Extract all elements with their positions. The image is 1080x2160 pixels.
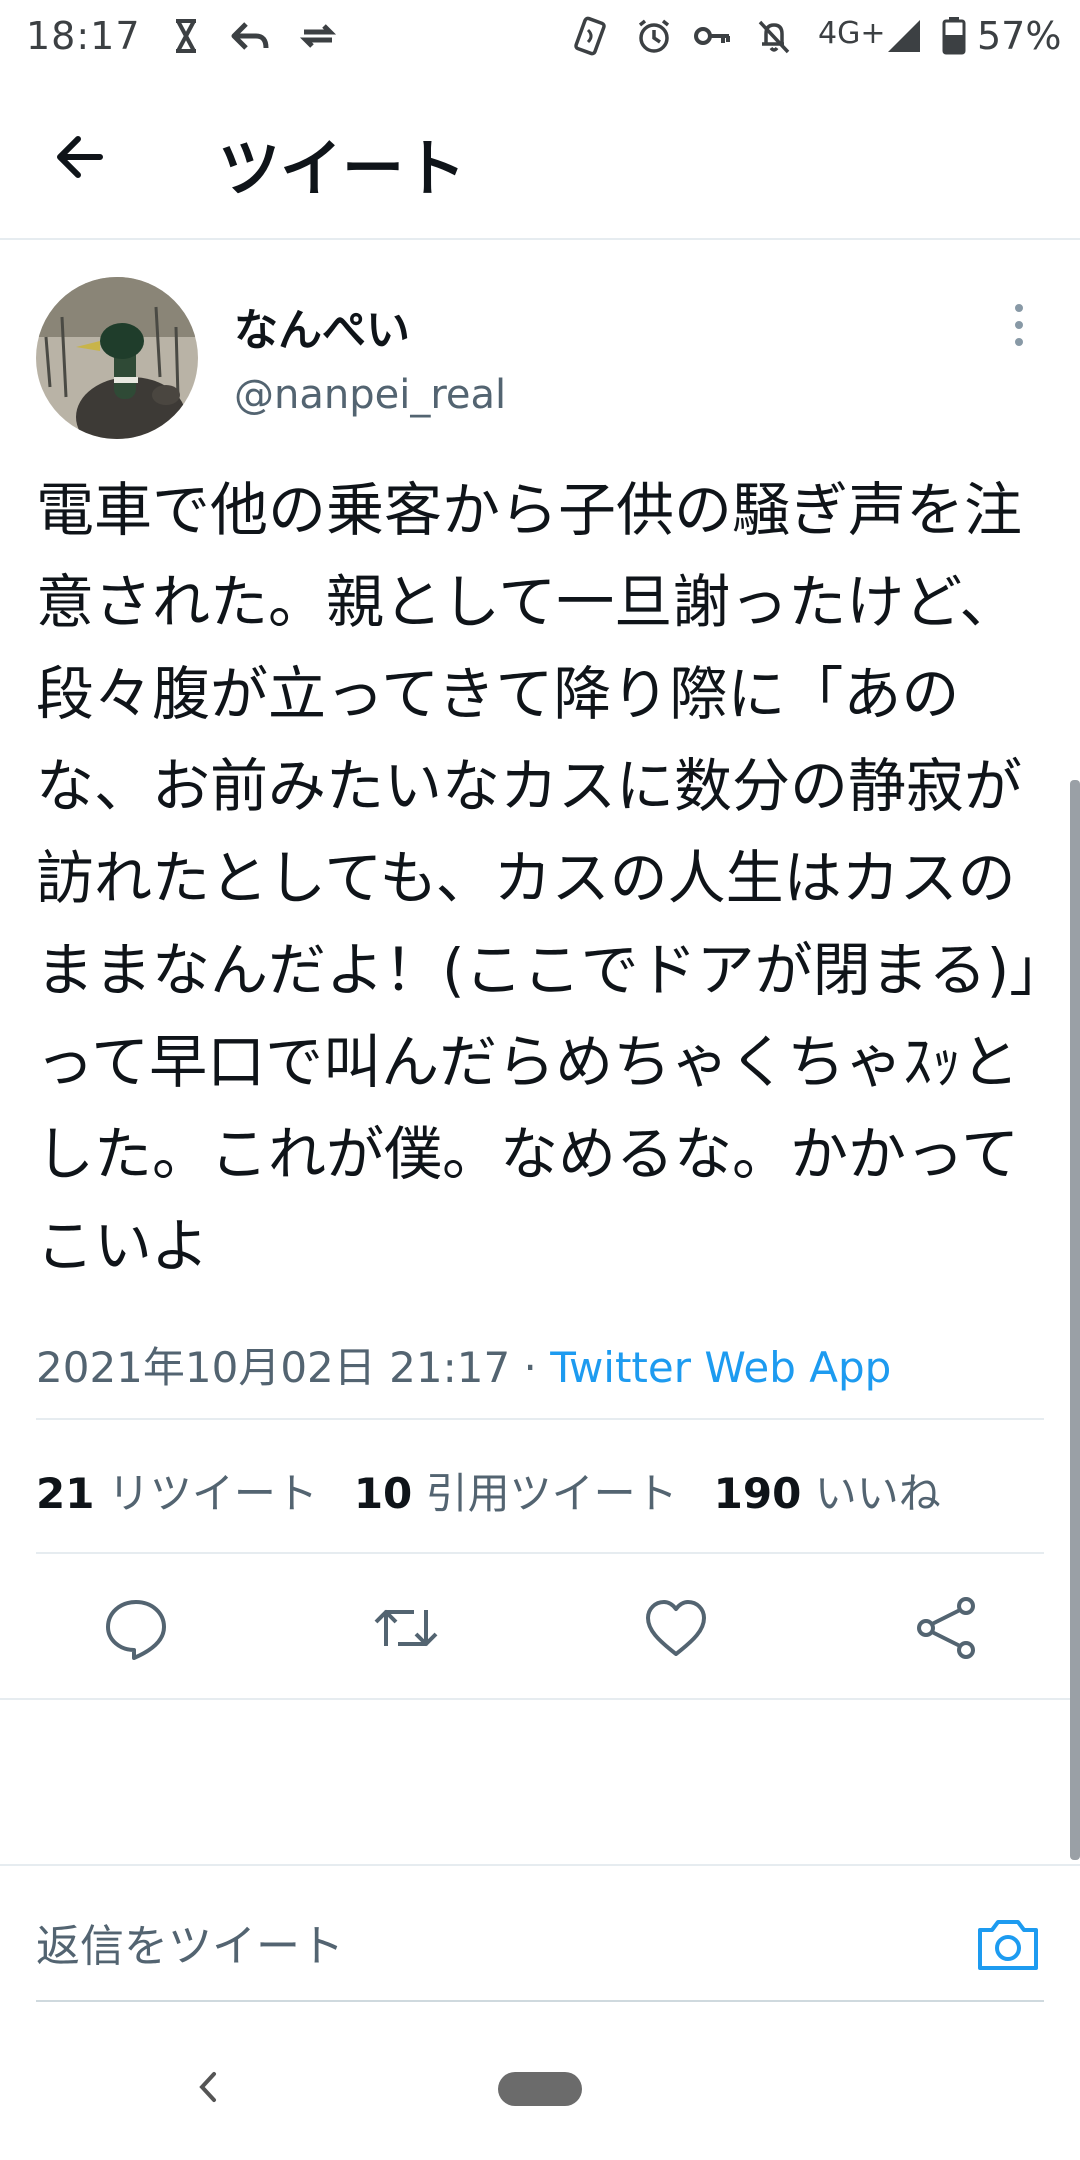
- page-title: ツイート: [218, 132, 467, 205]
- quotes-label: 引用ツイート: [425, 1469, 678, 1518]
- tweet-timestamp[interactable]: 2021年10月02日 21:17: [36, 1343, 510, 1392]
- like-button[interactable]: [638, 1590, 714, 1666]
- display-name[interactable]: なんぺい: [234, 294, 410, 358]
- tweet-source-link[interactable]: Twitter Web App: [550, 1343, 891, 1392]
- divider: [36, 1418, 1044, 1420]
- retweets-count: 21: [36, 1469, 95, 1518]
- reply-input-underline: [36, 2000, 1044, 2002]
- like-icon: [646, 1600, 706, 1656]
- retweet-icon: [374, 1610, 438, 1646]
- reply-input[interactable]: 返信をツイート: [36, 1910, 344, 1974]
- share-icon: [917, 1597, 975, 1659]
- battery-icon: [942, 17, 966, 55]
- camera-icon[interactable]: [972, 1908, 1044, 1980]
- duck-avatar-image: [36, 277, 198, 439]
- tweet-text: 電車で他の乗客から子供の騒ぎ声を注意された。親として一旦謝ったけど、段々腹が立っ…: [36, 476, 1039, 1280]
- battery-percentage: 57%: [977, 14, 1062, 58]
- nav-back-icon[interactable]: [188, 2062, 228, 2112]
- reply-arrow-icon: [231, 22, 269, 50]
- meta-separator: ·: [510, 1343, 551, 1392]
- divider: [0, 1698, 1080, 1700]
- more-options-icon[interactable]: [1002, 300, 1036, 350]
- nfc-icon: [574, 16, 606, 56]
- likes-stat[interactable]: 190 いいね: [714, 1469, 941, 1518]
- engagement-stats: 21 リツイート 10 引用ツイート 190 いいね: [36, 1460, 941, 1521]
- back-arrow-icon[interactable]: [44, 117, 124, 197]
- scrollbar[interactable]: [1070, 780, 1080, 1860]
- mute-icon: [758, 20, 790, 54]
- alarm-icon: [638, 19, 670, 53]
- likes-count: 190: [713, 1469, 802, 1518]
- sync-icon: [299, 24, 337, 48]
- avatar[interactable]: [36, 277, 198, 439]
- user-handle[interactable]: @nanpei_real: [234, 372, 506, 418]
- retweet-button[interactable]: [368, 1590, 444, 1666]
- divider: [36, 1552, 1044, 1554]
- status-bar: 18:17 4G+ 57%: [0, 0, 1080, 72]
- likes-label: いいね: [814, 1469, 941, 1518]
- header: ツイート: [0, 72, 1080, 240]
- signal-icon: [888, 20, 920, 52]
- share-button[interactable]: [908, 1590, 984, 1666]
- retweets-stat[interactable]: 21 リツイート: [36, 1469, 318, 1518]
- quotes-stat[interactable]: 10 引用ツイート: [354, 1469, 678, 1518]
- network-type: 4G+: [818, 16, 886, 51]
- vpn-key-icon: [694, 27, 730, 45]
- tweet-meta: 2021年10月02日 21:17 · Twitter Web App: [36, 1334, 891, 1395]
- nav-home-pill[interactable]: [498, 2072, 582, 2106]
- quotes-count: 10: [353, 1469, 413, 1518]
- reply-button[interactable]: [98, 1590, 174, 1666]
- reply-bar: 返信をツイート: [0, 1864, 1080, 2002]
- hourglass-icon: [176, 19, 196, 53]
- status-time: 18:17: [26, 14, 141, 58]
- reply-icon: [106, 1600, 166, 1660]
- retweets-label: リツイート: [107, 1469, 318, 1518]
